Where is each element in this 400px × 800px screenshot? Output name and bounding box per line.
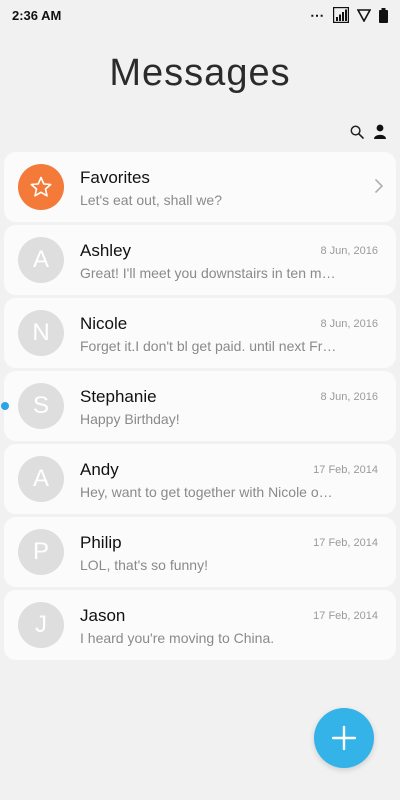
contacts-icon[interactable] [374,124,386,144]
conversation-date: 17 Feb, 2014 [313,537,378,549]
conversation-name: Jason [80,606,126,625]
conversation-row[interactable]: A Andy Hey, want to get together with Ni… [4,444,396,514]
avatar: N [18,310,64,356]
plus-icon [331,725,357,751]
compose-button[interactable] [314,708,374,768]
avatar: J [18,602,64,648]
conversation-date: 8 Jun, 2016 [320,391,379,403]
conversation-list: Favorites Let's eat out, shall we? A Ash… [1,152,396,663]
conversation-date: 8 Jun, 2016 [320,318,379,330]
header-actions [350,124,386,144]
conversation-preview: I heard you're moving to China. [80,630,275,646]
avatar: P [18,529,64,575]
conversation-name: Nicole [80,314,128,333]
status-icons: ⋯ [310,7,388,24]
avatar: A [18,456,64,502]
conversation-preview: Forget it.I don't bl get paid. until nex… [80,338,338,354]
wifi-icon [357,8,371,22]
conversation-preview: Happy Birthday! [80,411,180,427]
conversation-preview: Great! I'll meet you downstairs in ten m… [80,265,338,281]
signal-icon [333,7,349,23]
conversation-row[interactable]: J Jason I heard you're moving to China. … [4,590,396,660]
conversation-preview: Let's eat out, shall we? [80,192,222,208]
conversation-name: Favorites [80,168,150,187]
conversation-row[interactable]: S Stephanie Happy Birthday! 8 Jun, 2016 [1,371,396,441]
conversation-row[interactable]: A Ashley Great! I'll meet you downstairs… [4,225,396,295]
conversation-preview: Hey, want to get together with Nicole on… [80,484,338,500]
favorites-row[interactable]: Favorites Let's eat out, shall we? [4,152,396,222]
unread-indicator [1,402,9,410]
status-bar: 2:36 AM ⋯ [0,0,400,30]
conversation-name: Stephanie [80,387,157,406]
star-icon [30,176,52,197]
conversation-preview: LOL, that's so funny! [80,557,208,573]
page-title: Messages [109,52,291,94]
favorites-avatar [18,164,64,210]
overflow-indicator: ⋯ [310,6,325,23]
chevron-right-icon [374,178,384,199]
status-time: 2:36 AM [12,7,62,23]
conversation-name: Philip [80,533,122,552]
avatar: S [18,383,64,429]
battery-icon [379,7,388,23]
conversation-date: 17 Feb, 2014 [313,610,378,622]
avatar: A [18,237,64,283]
conversation-row[interactable]: N Nicole Forget it.I don't bl get paid. … [4,298,396,368]
conversation-name: Ashley [80,241,132,260]
conversation-date: 8 Jun, 2016 [320,245,379,257]
conversation-date: 17 Feb, 2014 [313,464,378,476]
search-icon[interactable] [350,125,364,144]
conversation-row[interactable]: P Philip LOL, that's so funny! 17 Feb, 2… [4,517,396,587]
conversation-name: Andy [80,460,119,479]
